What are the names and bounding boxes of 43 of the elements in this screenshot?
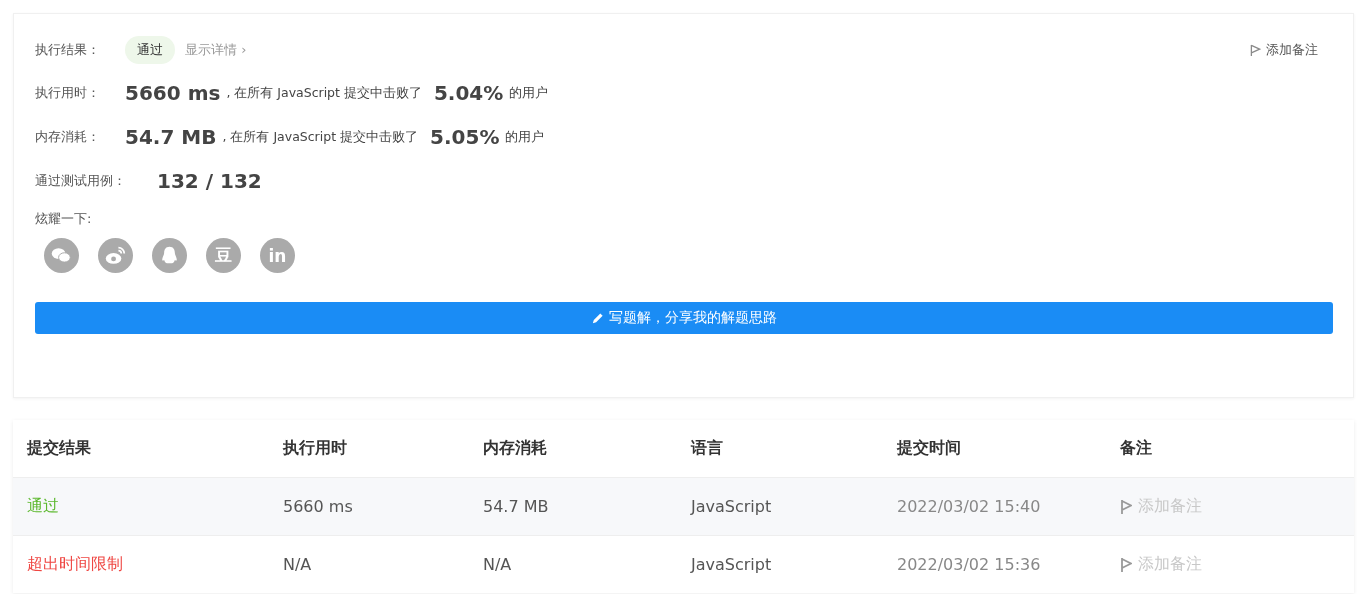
column-header: 执行用时 [281, 438, 348, 459]
percentile-value: 5.04% [433, 81, 504, 105]
tests-label: 通过测试用例： [35, 172, 127, 190]
status-cell[interactable]: 超出时间限制 [13, 554, 269, 575]
stat-value: 5660 ms [125, 81, 221, 105]
tests-value: 132 / 132 [157, 169, 262, 193]
table-cell-text: 2022/03/02 15:36 [896, 555, 1042, 574]
table-cell-text: 54.7 MB [482, 497, 550, 516]
weibo-share-icon[interactable] [98, 238, 133, 273]
column-header: 备注 [1119, 438, 1153, 459]
column-header: 内存消耗 [482, 438, 548, 459]
add-note-button[interactable]: 添加备注 [1250, 41, 1333, 59]
share-icon[interactable]: 豆 [206, 238, 241, 273]
chat-bubbles-icon[interactable] [44, 238, 79, 273]
show-details-link[interactable]: 显示详情 › [185, 41, 247, 59]
table-cell-text: JavaScript [689, 555, 773, 574]
flag-icon [1250, 43, 1261, 57]
table-cell-text: 5660 ms [282, 497, 354, 516]
write-solution-button[interactable]: 写题解，分享我的解题思路 [35, 302, 1333, 334]
flag-icon [1120, 556, 1132, 573]
stat-label: 执行用时： [35, 84, 101, 102]
table-cell-text: N/A [282, 555, 313, 574]
stat-value: 54.7 MB [125, 125, 217, 149]
status-cell[interactable]: 通过 [13, 496, 269, 517]
comparison-text: , 在所有 JavaScript 提交中击败了 [222, 128, 419, 146]
comparison-suffix: 的用户 [505, 128, 545, 146]
result-label: 执行结果： [35, 41, 101, 59]
stat-label: 内存消耗： [35, 128, 101, 146]
status-badge: 通过 [125, 36, 175, 64]
table-cell-text: JavaScript [689, 497, 773, 516]
penguin-icon[interactable] [152, 238, 187, 273]
percentile-value: 5.05% [430, 125, 500, 149]
share-label: 炫耀一下: [35, 210, 93, 228]
comparison-text: , 在所有 JavaScript 提交中击败了 [226, 84, 422, 102]
column-header: 提交结果 [25, 438, 92, 459]
table-cell-text: 2022/03/02 15:40 [896, 497, 1042, 516]
table-cell-text: N/A [482, 555, 513, 574]
flag-icon [1120, 498, 1132, 515]
pencil-icon [591, 311, 604, 325]
column-header: 语言 [689, 438, 724, 459]
linkedin-share-icon[interactable]: in [260, 238, 295, 273]
comparison-suffix: 的用户 [509, 84, 549, 102]
column-header: 提交时间 [895, 438, 962, 459]
